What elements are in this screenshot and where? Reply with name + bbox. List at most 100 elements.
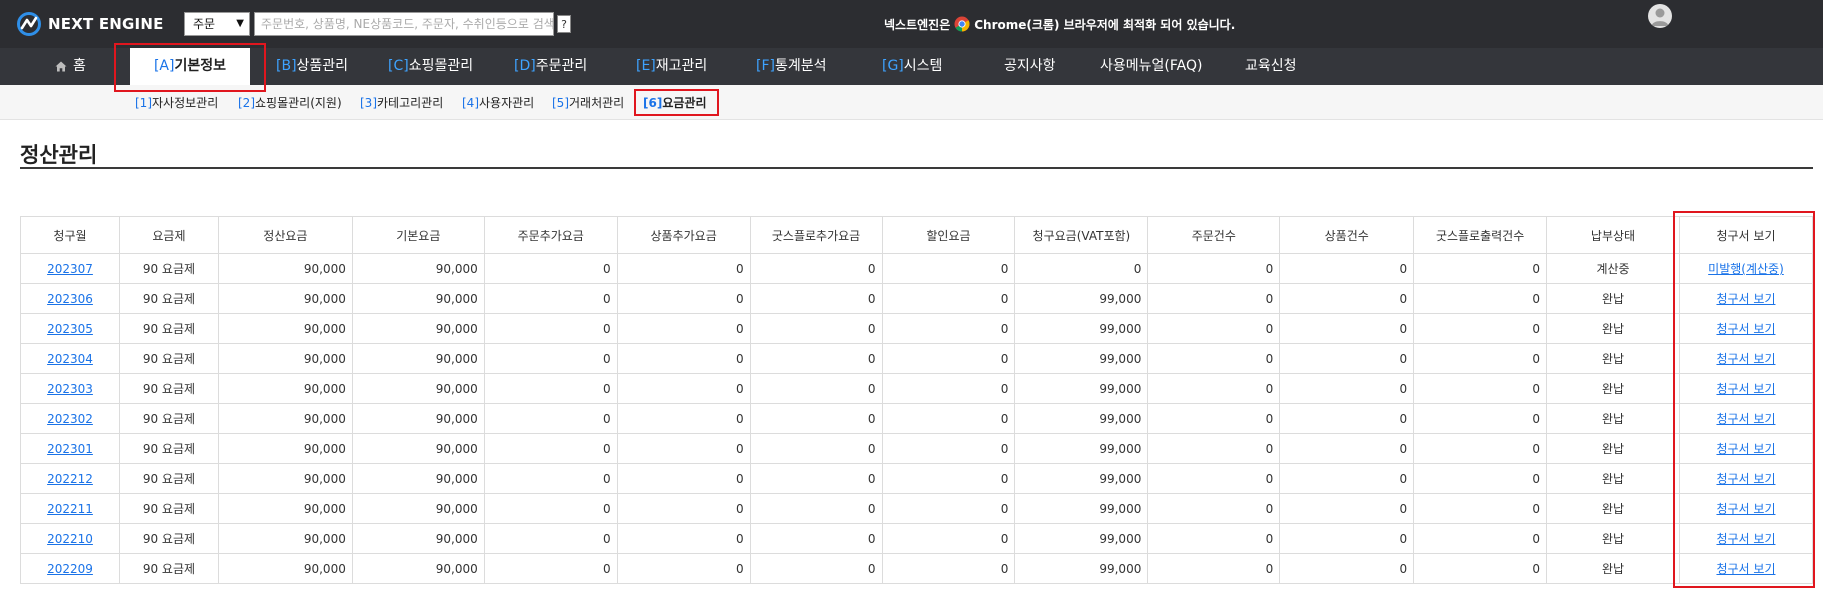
subnav-code: [4]	[462, 96, 479, 110]
nav-shoppingmall-management[interactable]: [C]쇼핑몰관리	[388, 48, 473, 85]
search-placeholder: 주문번호, 상품명, NE상품코드, 주문자, 수취인등으로 검색	[261, 17, 554, 31]
table-cell: 0	[1279, 553, 1415, 584]
table-cell: 0	[1147, 343, 1281, 374]
view-invoice-link[interactable]: 청구서 보기	[1716, 472, 1775, 486]
billing-month-link[interactable]: 202307	[47, 262, 93, 276]
table-cell: 0	[881, 493, 1016, 524]
table-cell: 90,000	[351, 373, 485, 404]
column-header: 상품건수	[1279, 216, 1415, 254]
nav-order-management[interactable]: [D]주문관리	[514, 48, 587, 85]
subnav-code: [6]	[643, 96, 663, 110]
billing-month-link[interactable]: 202210	[47, 532, 93, 546]
order-fee-cell: 0	[603, 531, 611, 546]
nav-user-manual[interactable]: 사용메뉴얼(FAQ)	[1100, 48, 1202, 85]
order-fee-cell: 0	[603, 441, 611, 456]
nav-product-management[interactable]: [B]상품관리	[276, 48, 348, 85]
table-cell: 0	[1413, 373, 1548, 404]
settle-fee-cell: 90,000	[303, 531, 346, 546]
goodsflow-fee-cell: 0	[867, 501, 876, 516]
nav-home[interactable]: 홈	[55, 48, 86, 85]
search-help-button[interactable]: ?	[557, 15, 571, 33]
browser-notice: 넥스트엔진은 Chrome(크롬) 브라우저에 최적화 되어 있습니다.	[884, 12, 1235, 36]
table-cell: 90 요금제	[118, 523, 219, 554]
table-cell: 99,000	[1014, 493, 1149, 524]
billing-month-link[interactable]: 202212	[47, 472, 93, 486]
base-fee-cell: 90,000	[435, 261, 478, 276]
search-category-select[interactable]: 주문 ▼	[184, 12, 250, 36]
subnav-partners[interactable]: [5]거래처관리	[552, 94, 624, 111]
table-cell: 0	[1279, 463, 1415, 494]
subnav-users[interactable]: [4]사용자관리	[462, 94, 534, 111]
nav-basic-info[interactable]: [A]기본정보	[130, 48, 250, 85]
table-row: 202301 90 요금제 90,000 90,000 0 0 0 0 99,000 0 0 0 완납 청…	[20, 433, 1814, 464]
view-invoice-link[interactable]: 청구서 보기	[1716, 322, 1775, 336]
table-cell: 90 요금제	[118, 283, 219, 314]
view-invoice-link[interactable]: 청구서 보기	[1716, 562, 1775, 576]
subnav-company-info[interactable]: [1]자사정보관리	[135, 94, 218, 111]
view-invoice-link[interactable]: 청구서 보기	[1716, 352, 1775, 366]
table-cell: 계산중	[1546, 253, 1680, 284]
nav-code: [D]	[514, 58, 536, 74]
nav-statistics[interactable]: [F]통계분석	[756, 48, 827, 85]
view-invoice-link[interactable]: 미발행(계산중)	[1708, 262, 1784, 276]
user-avatar[interactable]	[1648, 4, 1672, 28]
settle-fee-cell: 90,000	[303, 411, 346, 426]
table-row: 202212 90 요금제 90,000 90,000 0 0 0 0 99,000 0 0 0 완납 청…	[20, 463, 1814, 494]
billing-month-link[interactable]: 202302	[47, 412, 93, 426]
base-fee-cell: 90,000	[435, 291, 478, 306]
discount-cell: 0	[1000, 441, 1009, 456]
view-invoice-link[interactable]: 청구서 보기	[1716, 412, 1775, 426]
nav-label: 통계분석	[774, 58, 827, 74]
subnav-label: 자사정보관리	[152, 96, 219, 110]
table-cell: 0	[616, 313, 751, 344]
table-cell: 202305	[20, 313, 120, 344]
search-input[interactable]: 주문번호, 상품명, NE상품코드, 주문자, 수취인등으로 검색	[254, 12, 554, 36]
order-count-cell: 0	[1265, 291, 1274, 306]
billing-month-link[interactable]: 202306	[47, 292, 93, 306]
nav-system[interactable]: [G]시스템	[882, 48, 942, 85]
subnav-billing[interactable]: [6]요금관리	[643, 94, 707, 111]
subnav-category[interactable]: [3]카테고리관리	[360, 94, 443, 111]
product-fee-cell: 0	[735, 321, 744, 336]
discount-cell: 0	[1000, 531, 1009, 546]
billing-month-link[interactable]: 202303	[47, 382, 93, 396]
order-fee-cell: 0	[603, 321, 611, 336]
table-cell: 0	[749, 373, 883, 404]
billing-month-link[interactable]: 202211	[47, 502, 93, 516]
nav-notice[interactable]: 공지사항	[1004, 48, 1056, 85]
column-header: 주문추가요금	[483, 216, 618, 254]
logo[interactable]: NEXT ENGINE	[16, 11, 164, 37]
table-cell: 0	[1413, 493, 1548, 524]
table-cell: 202304	[20, 343, 120, 374]
billing-month-link[interactable]: 202209	[47, 562, 93, 576]
settle-fee-cell: 90,000	[303, 321, 346, 336]
table-cell: 완납	[1546, 373, 1680, 404]
table-cell: 99,000	[1014, 463, 1149, 494]
view-invoice-link[interactable]: 청구서 보기	[1716, 532, 1775, 546]
billing-month-link[interactable]: 202304	[47, 352, 93, 366]
table-cell: 0	[1413, 343, 1548, 374]
order-count-cell: 0	[1265, 501, 1274, 516]
view-invoice-link[interactable]: 청구서 보기	[1716, 292, 1775, 306]
goodsflow-count-cell: 0	[1532, 381, 1541, 396]
table-cell: 90,000	[351, 343, 485, 374]
subnav-shoppingmall-support[interactable]: [2]쇼핑몰관리(지원)	[238, 94, 342, 111]
table-cell: 99,000	[1014, 403, 1149, 434]
base-fee-cell: 90,000	[435, 411, 478, 426]
nav-training[interactable]: 교육신청	[1245, 48, 1297, 85]
table-cell: 완납	[1546, 463, 1680, 494]
product-fee-cell: 0	[735, 561, 744, 576]
base-fee-cell: 90,000	[435, 471, 478, 486]
view-invoice-link[interactable]: 청구서 보기	[1716, 502, 1775, 516]
table-cell: 0	[483, 313, 618, 344]
nav-home-label: 홈	[73, 58, 86, 74]
nav-inventory-management[interactable]: [E]재고관리	[636, 48, 707, 85]
order-fee-cell: 0	[603, 561, 611, 576]
table-cell: 0	[881, 433, 1016, 464]
view-invoice-link[interactable]: 청구서 보기	[1716, 382, 1775, 396]
settle-fee-cell: 90,000	[303, 351, 346, 366]
view-invoice-link[interactable]: 청구서 보기	[1716, 442, 1775, 456]
nav-label: 쇼핑몰관리	[408, 58, 474, 74]
billing-month-link[interactable]: 202305	[47, 322, 93, 336]
billing-month-link[interactable]: 202301	[47, 442, 93, 456]
